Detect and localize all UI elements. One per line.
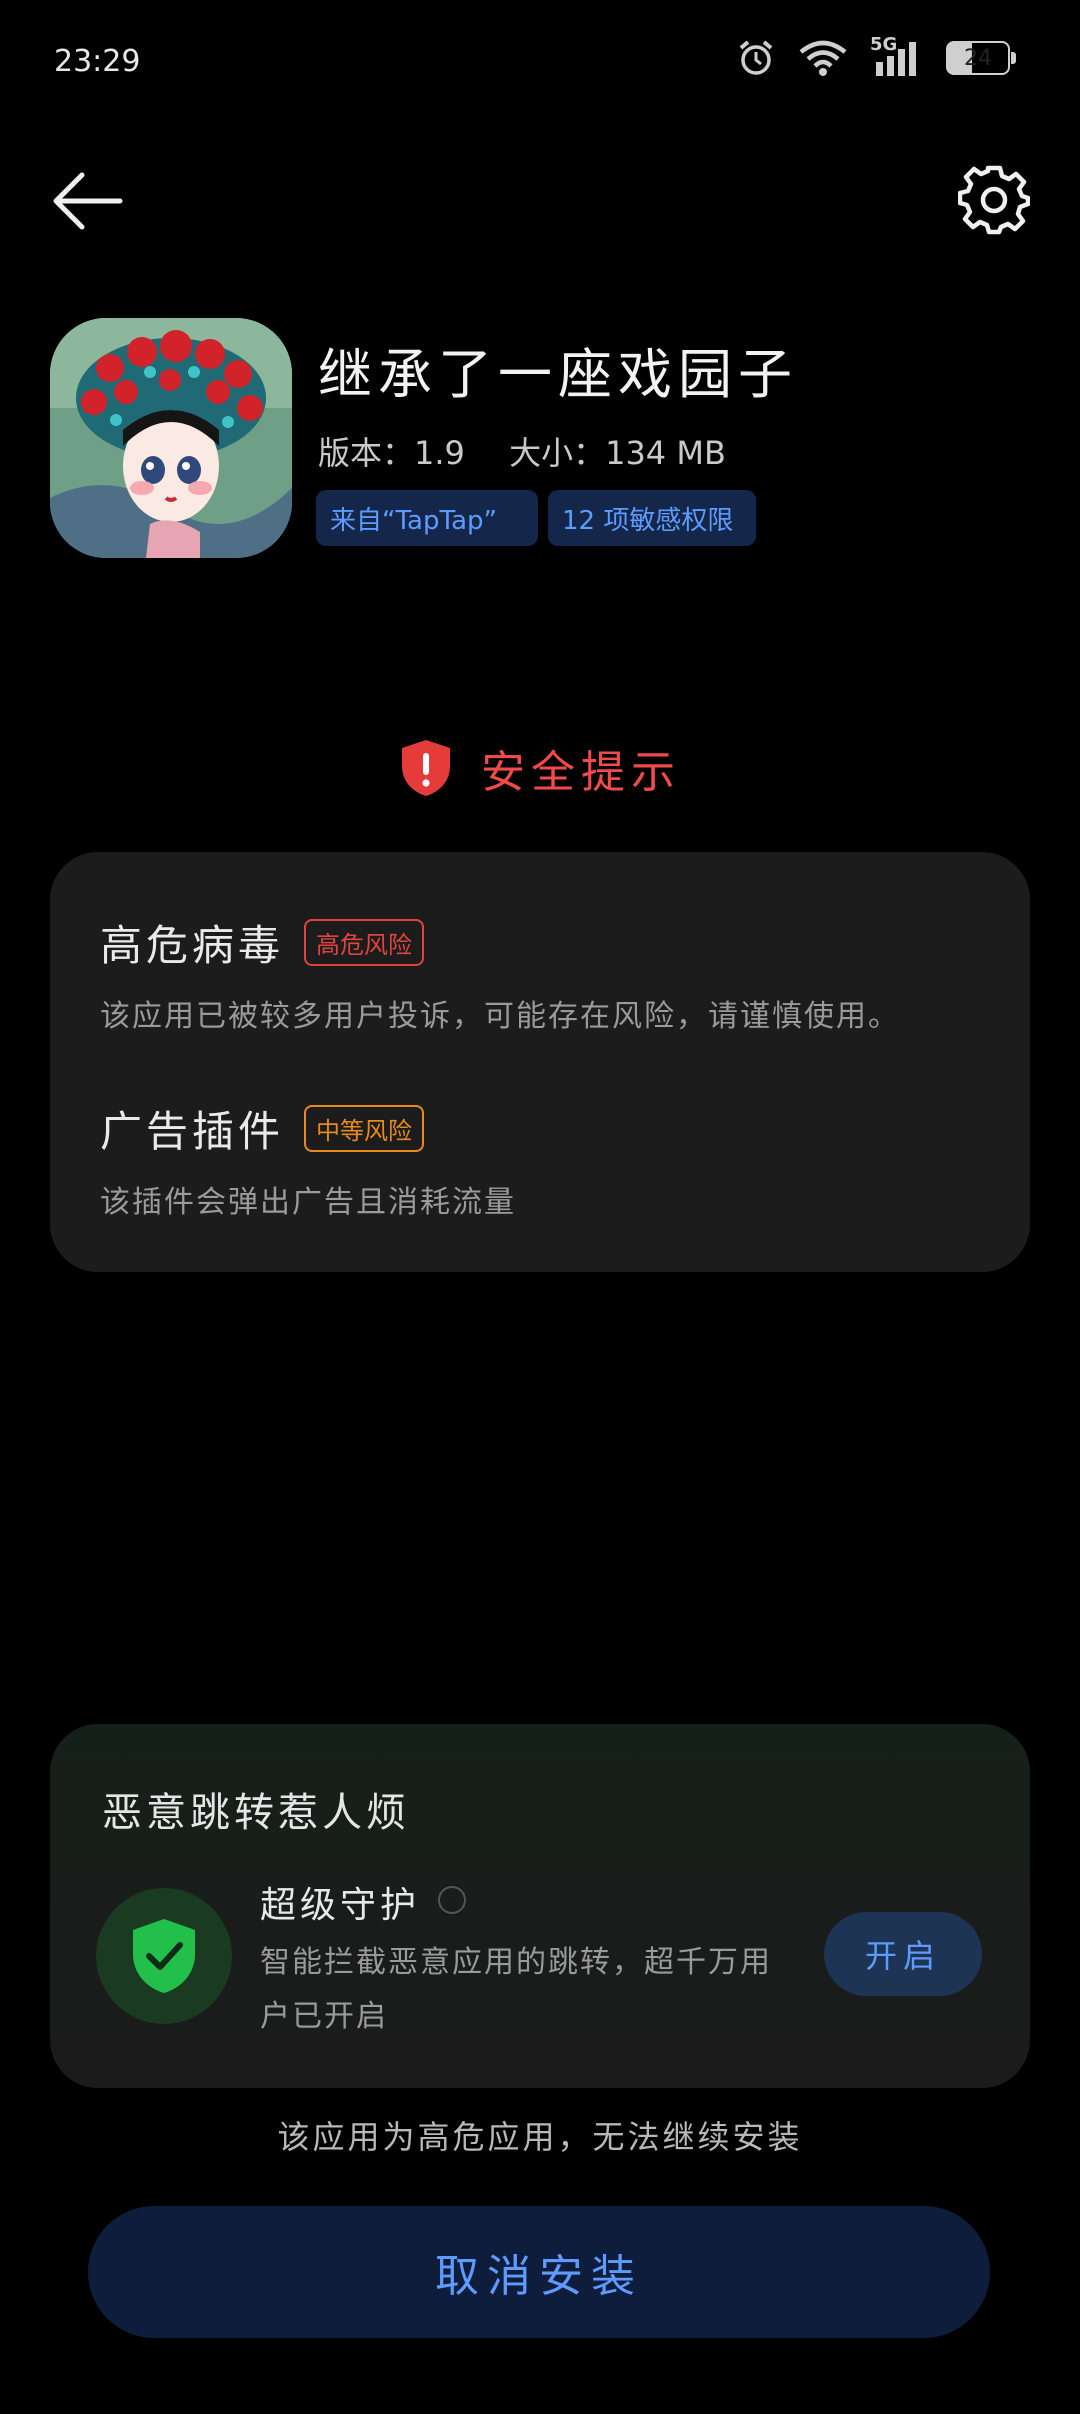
guard-card: 恶意跳转惹人烦 超级守护 智能拦截恶意应用的跳转，超千万用户已开启 开启	[50, 1724, 1030, 2088]
back-button[interactable]	[48, 168, 128, 234]
risk-item: 高危病毒 高危风险 该应用已被较多用户投诉，可能存在风险，请谨慎使用。	[100, 912, 1000, 1035]
alarm-icon	[739, 40, 773, 75]
app-title: 继承了一座戏园子	[318, 343, 798, 406]
high-risk-badge: 高危风险	[304, 919, 425, 966]
risk-title: 高危病毒	[100, 921, 285, 970]
permissions-chip[interactable]: 12 项敏感权限	[548, 490, 756, 546]
shield-check-icon	[133, 1919, 195, 1993]
battery-level: 24	[964, 45, 992, 71]
cancel-install-button[interactable]: 取消安装	[88, 2206, 990, 2338]
guard-description: 智能拦截恶意应用的跳转，超千万用户已开启	[260, 1945, 772, 2034]
app-logo-image	[50, 318, 292, 558]
security-notice-title: 安全提示	[481, 747, 681, 798]
guard-name: 超级守护	[260, 1885, 421, 1926]
source-chip[interactable]: 来自“TapTap”	[316, 490, 538, 546]
risk-card: 高危病毒 高危风险 该应用已被较多用户投诉，可能存在风险，请谨慎使用。 广告插件…	[50, 852, 1030, 1272]
app-version: 版本：1.9	[318, 434, 465, 472]
wifi-icon	[799, 40, 847, 76]
status-icons: 5G 24	[736, 34, 1016, 78]
security-notice: 安全提示	[0, 736, 1080, 800]
risk-title: 广告插件	[100, 1107, 285, 1156]
guard-heading: 恶意跳转惹人烦	[102, 1790, 410, 1836]
status-time: 23:29	[54, 44, 141, 79]
medium-risk-badge: 中等风险	[304, 1105, 425, 1152]
battery-icon: 24	[946, 41, 1016, 75]
signal-icon: 5G	[870, 34, 924, 78]
risk-description: 该插件会弹出广告且消耗流量	[100, 1185, 516, 1220]
risk-description: 该应用已被较多用户投诉，可能存在风险，请谨慎使用。	[100, 999, 900, 1034]
gear-icon	[957, 165, 1031, 235]
enable-guard-button[interactable]: 开启	[824, 1912, 982, 1996]
risk-item: 广告插件 中等风险 该插件会弹出广告且消耗流量	[100, 1098, 1000, 1221]
info-icon[interactable]	[438, 1886, 466, 1914]
install-blocked-warning: 该应用为高危应用，无法继续安装	[277, 2118, 803, 2156]
guard-badge	[96, 1888, 232, 2024]
arrow-left-icon	[53, 172, 123, 230]
shield-warning-icon	[402, 740, 450, 796]
app-size: 大小：134 MB	[509, 434, 726, 472]
app-meta: 版本：1.9 大小：134 MB	[318, 428, 760, 474]
settings-button[interactable]	[957, 164, 1031, 236]
app-icon	[50, 318, 292, 558]
